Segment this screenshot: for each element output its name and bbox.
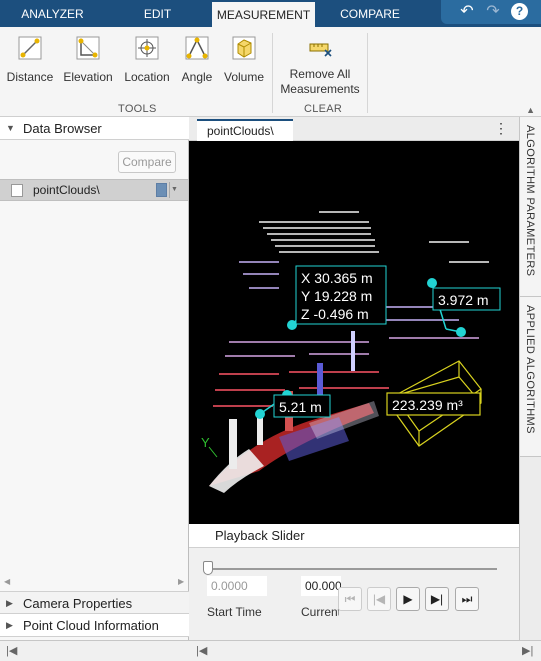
remove-all-label-line2: Measurements <box>280 82 360 96</box>
tab-measurement[interactable]: MEASUREMENT <box>212 2 315 27</box>
algorithm-parameters-label: ALGORITHM PARAMETERS <box>524 125 536 277</box>
playback-track[interactable] <box>207 568 497 570</box>
right-side-panel: ALGORITHM PARAMETERS APPLIED ALGORITHMS <box>519 117 541 640</box>
measurement-ribbon: Distance Elevation Location Angle Volume… <box>0 27 541 117</box>
playback-thumb[interactable] <box>203 561 213 575</box>
point-cloud-information-header[interactable]: ▶ Point Cloud Information <box>0 614 189 637</box>
scroll-right-icon[interactable]: ▶ <box>178 577 184 586</box>
elevation-button[interactable]: Elevation <box>62 35 114 84</box>
point-cloud-view[interactable]: X 30.365 m Y 19.228 m Z -0.496 m 3.972 m… <box>189 141 519 524</box>
distance-button[interactable]: Distance <box>6 35 54 84</box>
volume-label: Volume <box>223 70 265 84</box>
play-button[interactable]: ▶ <box>396 587 420 611</box>
expand-arrow-icon: ▶ <box>6 620 13 630</box>
visibility-checkbox[interactable] <box>11 184 23 197</box>
expand-arrow-icon: ▶ <box>6 598 13 608</box>
location-measurement[interactable]: X 30.365 m Y 19.228 m Z -0.496 m <box>287 265 387 330</box>
axis-y-label: Y <box>201 435 210 450</box>
start-time-field[interactable]: 0.0000 <box>207 576 267 596</box>
current-time-field[interactable]: 00.000 <box>301 576 341 596</box>
playback-slider-header: Playback Slider <box>189 524 519 548</box>
angle-button[interactable]: Angle <box>178 35 216 84</box>
chevron-down-icon[interactable]: ▼ <box>169 182 179 198</box>
current-time-label: Current <box>301 605 339 619</box>
clear-group-label: CLEAR <box>304 103 343 115</box>
tab-pointclouds[interactable]: pointClouds\ <box>197 119 293 141</box>
volume-icon <box>232 36 256 60</box>
location-y-text: Y 19.228 m <box>301 288 372 304</box>
tab-algorithm-parameters[interactable]: ALGORITHM PARAMETERS <box>520 117 541 297</box>
collapse-left-icon[interactable]: |◀ <box>6 644 17 657</box>
remove-all-measurements-button[interactable]: Remove All Measurements <box>278 35 362 97</box>
collapse-center-icon[interactable]: |◀ <box>196 644 207 657</box>
location-icon <box>135 36 159 60</box>
playback-panel: Playback Slider 0.0000 00.000 Start Time… <box>189 524 519 640</box>
volume-text: 223.239 m³ <box>392 397 463 413</box>
tools-group-label: TOOLS <box>118 103 157 115</box>
angle-icon <box>185 36 209 60</box>
point-cloud-points <box>209 211 489 493</box>
list-item[interactable]: pointClouds\ ▼ <box>0 179 188 201</box>
more-options-icon[interactable]: ⋮ <box>494 120 508 137</box>
tab-analyzer[interactable]: ANALYZER <box>0 0 105 27</box>
start-time-label: Start Time <box>207 605 262 619</box>
ribbon-separator <box>272 33 273 113</box>
distance-left-text: 5.21 m <box>279 399 322 415</box>
point-cloud-plot: X 30.365 m Y 19.228 m Z -0.496 m 3.972 m… <box>201 211 501 493</box>
distance-icon <box>18 36 42 60</box>
tab-compare[interactable]: COMPARE <box>318 0 422 27</box>
data-browser-header[interactable]: ▼ Data Browser <box>0 117 189 140</box>
clear-measurements-icon <box>309 43 332 57</box>
point-cloud-information-title: Point Cloud Information <box>23 618 159 633</box>
point-cloud-label: pointClouds\ <box>33 183 100 197</box>
volume-measurement[interactable]: 223.239 m³ <box>386 360 482 447</box>
compare-button[interactable]: Compare <box>118 151 176 173</box>
collapse-arrow-icon: ▼ <box>6 123 15 133</box>
status-bar: |◀ |◀ ▶| <box>0 640 541 661</box>
previous-frame-button[interactable]: |◀ <box>367 587 391 611</box>
camera-properties-title: Camera Properties <box>23 596 133 611</box>
tab-applied-algorithms[interactable]: APPLIED ALGORITHMS <box>520 297 541 457</box>
tab-edit[interactable]: EDIT <box>105 0 210 27</box>
scroll-left-icon[interactable]: ◀ <box>4 577 10 586</box>
volume-button[interactable]: Volume <box>222 35 266 84</box>
data-browser-title: Data Browser <box>23 121 102 136</box>
distance-label: Distance <box>6 70 54 84</box>
help-icon[interactable]: ? <box>511 3 528 20</box>
quick-access-bar: ↶ ↷ ? <box>441 0 541 24</box>
applied-algorithms-label: APPLIED ALGORITHMS <box>524 305 536 434</box>
distance-measurement-right[interactable]: 3.972 m <box>427 278 501 337</box>
left-panel: ▼ Data Browser Compare pointClouds\ ▼ ◀ … <box>0 117 189 640</box>
redo-icon[interactable]: ↷ <box>483 2 503 22</box>
collapse-ribbon-icon[interactable]: ▲ <box>526 105 535 115</box>
ribbon-separator <box>367 33 368 113</box>
elevation-icon <box>76 36 100 60</box>
angle-label: Angle <box>181 70 213 84</box>
last-frame-button[interactable]: ⏭ <box>455 587 479 611</box>
elevation-label: Elevation <box>63 70 113 84</box>
location-label: Location <box>124 70 170 84</box>
location-z-text: Z -0.496 m <box>301 306 369 322</box>
location-button[interactable]: Location <box>122 35 172 84</box>
next-frame-button[interactable]: ▶| <box>425 587 449 611</box>
undo-icon[interactable]: ↶ <box>457 2 477 22</box>
first-frame-button[interactable]: ⏮ <box>338 587 362 611</box>
color-swatch[interactable] <box>156 183 167 197</box>
location-x-text: X 30.365 m <box>301 270 373 286</box>
distance-right-text: 3.972 m <box>438 292 489 308</box>
toolstrip-tabs: ANALYZER EDIT MEASUREMENT COMPARE ↶ ↷ ? <box>0 0 541 27</box>
camera-properties-header[interactable]: ▶ Camera Properties <box>0 591 189 614</box>
remove-all-label-line1: Remove All <box>289 67 351 81</box>
collapse-right-icon[interactable]: ▶| <box>522 644 533 657</box>
